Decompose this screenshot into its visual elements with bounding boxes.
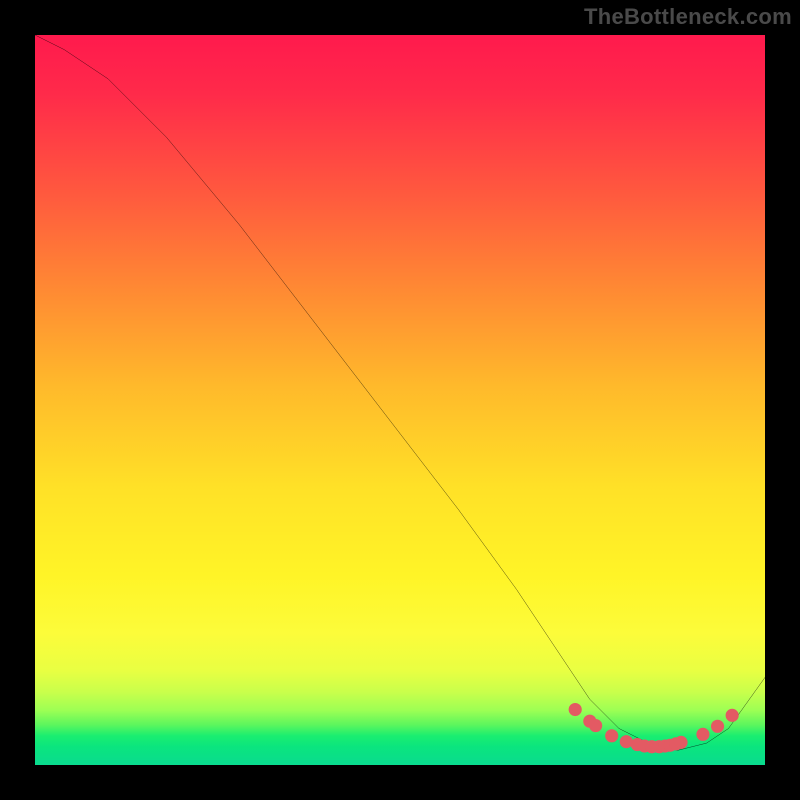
marker-dot: [696, 728, 709, 741]
marker-dot: [569, 703, 582, 716]
chart-frame: TheBottleneck.com: [0, 0, 800, 800]
marker-dot: [711, 720, 724, 733]
marker-group: [569, 703, 739, 753]
chart-svg: [35, 35, 765, 765]
curve-line: [35, 35, 765, 750]
plot-area: [35, 35, 765, 765]
marker-dot: [589, 719, 602, 732]
marker-dot: [674, 736, 687, 749]
marker-dot: [605, 729, 618, 742]
watermark-text: TheBottleneck.com: [584, 4, 792, 30]
marker-dot: [726, 709, 739, 722]
